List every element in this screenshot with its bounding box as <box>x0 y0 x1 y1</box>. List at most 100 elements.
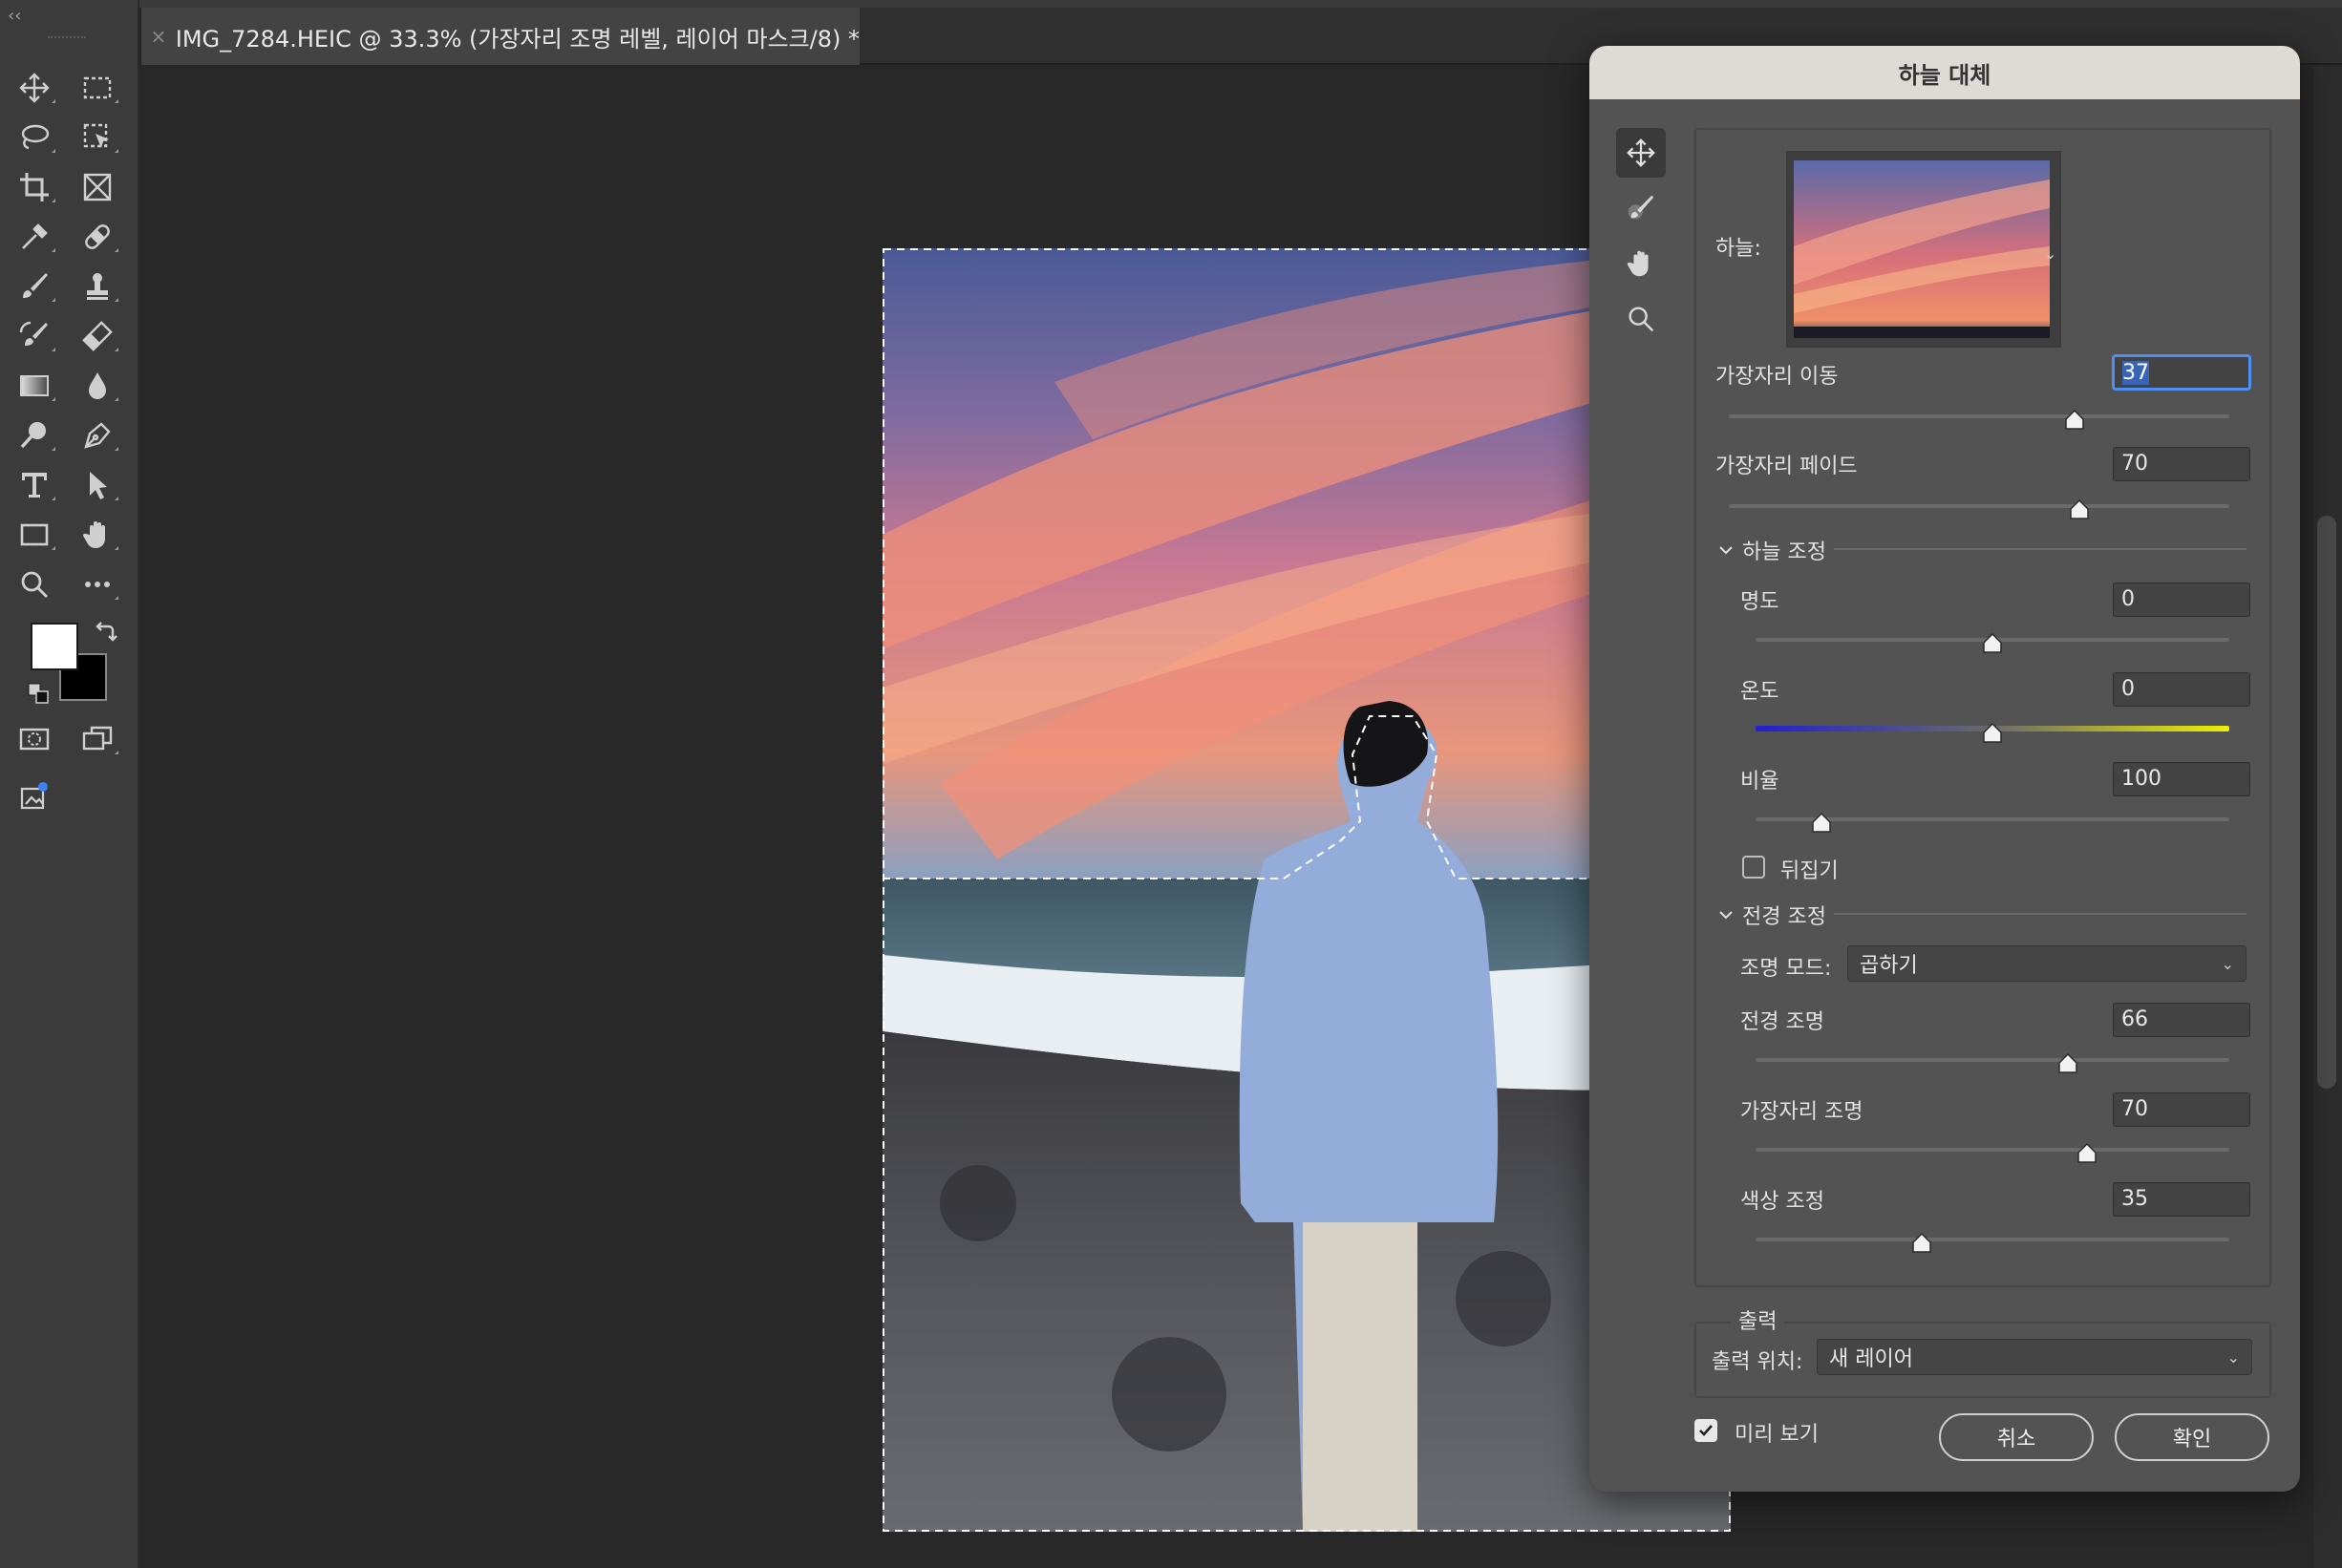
crop-icon[interactable] <box>10 164 59 210</box>
scrollbar-thumb[interactable] <box>2317 516 2336 1089</box>
sky-replacement-dialog: 하늘 대체 하늘: ⌄ 가장자리 이동 37 가장자리 페이드 70 하늘 조정… <box>1589 46 2300 1492</box>
chevron-down-icon: ⌄ <box>2226 1347 2240 1367</box>
output-to-label: 출력 위치: <box>1712 1350 1803 1374</box>
preview-label: 미리 보기 <box>1735 1423 1819 1447</box>
output-section-label: 출력 <box>1731 1304 1785 1335</box>
scale-input[interactable]: 100 <box>2113 762 2250 796</box>
edge-lighting-slider-track[interactable] <box>1756 1148 2229 1152</box>
photoshop-window: ‹‹ × IMG_7284.HEIC @ 33.3% (가장자리 조명 레벨, … <box>0 0 2342 1568</box>
eyedropper-icon[interactable] <box>10 214 59 260</box>
foreground-lighting-slider-thumb[interactable] <box>2056 1052 2079 1075</box>
sky-preset-dropdown-icon[interactable]: ⌄ <box>2044 244 2061 263</box>
sky-brush-icon[interactable] <box>1616 183 1666 233</box>
dialog-tools <box>1616 128 1666 338</box>
top-strip <box>0 0 2342 8</box>
hand-icon[interactable] <box>1616 239 1666 288</box>
scale-label: 비율 <box>1740 770 1779 794</box>
scale-slider-thumb[interactable] <box>1810 812 1833 835</box>
brightness-input[interactable]: 0 <box>2113 583 2250 617</box>
chevron-down-icon <box>1719 911 1733 920</box>
generative-fill-icon[interactable] <box>10 773 59 819</box>
foreground-lighting-input[interactable]: 66 <box>2113 1003 2250 1037</box>
collapse-panel-button[interactable]: ‹‹ <box>8 6 21 26</box>
move-sky-tool-icon[interactable] <box>1616 128 1666 178</box>
fade-edge-label: 가장자리 페이드 <box>1715 455 1858 478</box>
sky-preset-thumbnail[interactable] <box>1786 151 2061 348</box>
fade-edge-slider-thumb[interactable] <box>2068 498 2091 521</box>
sky-adjust-section-header[interactable]: 하늘 조정 <box>1717 535 1826 565</box>
edge-lighting-input[interactable]: 70 <box>2113 1092 2250 1127</box>
output-to-value: 새 레이어 <box>1829 1347 1913 1371</box>
blur-icon[interactable] <box>73 363 122 409</box>
zoom-icon[interactable] <box>1616 294 1666 344</box>
preview-checkbox[interactable] <box>1694 1419 1717 1442</box>
dialog-titlebar[interactable]: 하늘 대체 <box>1589 46 2300 99</box>
lighting-mode-value: 곱하기 <box>1860 954 1918 978</box>
document-tab[interactable]: × IMG_7284.HEIC @ 33.3% (가장자리 조명 레벨, 레이어… <box>141 8 860 65</box>
sky-label: 하늘: <box>1715 237 1761 261</box>
color-adjust-input[interactable]: 35 <box>2113 1182 2250 1217</box>
more-tools-icon[interactable] <box>73 562 122 607</box>
foreground-lighting-slider-track[interactable] <box>1756 1058 2229 1062</box>
shift-edge-label: 가장자리 이동 <box>1715 365 1839 389</box>
tools-panel: ‹‹ <box>0 0 139 1568</box>
fade-edge-slider-track[interactable] <box>1729 504 2229 508</box>
eraser-icon[interactable] <box>73 313 122 359</box>
edge-lighting-slider-thumb[interactable] <box>2076 1142 2098 1165</box>
edge-lighting-label: 가장자리 조명 <box>1740 1100 1863 1124</box>
move-tool-icon[interactable] <box>10 65 59 111</box>
chevron-down-icon <box>1719 546 1733 555</box>
gradient-icon[interactable] <box>10 363 59 409</box>
chevron-down-icon: ⌄ <box>2221 954 2234 973</box>
quick-mask-icon[interactable] <box>10 716 59 762</box>
screen-mode-icon[interactable] <box>73 716 122 762</box>
flip-label: 뒤집기 <box>1780 859 1839 883</box>
temperature-label: 온도 <box>1740 680 1779 704</box>
section-divider <box>1834 913 2246 915</box>
dialog-title: 하늘 대체 <box>1898 61 1991 89</box>
brightness-slider-thumb[interactable] <box>1981 632 2004 655</box>
foreground-adjust-section-header[interactable]: 전경 조정 <box>1717 900 1826 930</box>
sky-adjust-section-label: 하늘 조정 <box>1742 540 1826 564</box>
lighting-mode-label: 조명 모드: <box>1740 957 1832 981</box>
flip-checkbox[interactable] <box>1742 856 1765 879</box>
zoom-icon[interactable] <box>10 562 59 607</box>
ok-button[interactable]: 확인 <box>2115 1413 2269 1461</box>
temperature-slider-thumb[interactable] <box>1981 722 2004 745</box>
healing-brush-icon[interactable] <box>73 214 122 260</box>
temperature-input[interactable]: 0 <box>2113 672 2250 707</box>
rectangular-marquee-icon[interactable] <box>73 65 122 111</box>
frame-icon[interactable] <box>73 164 122 210</box>
close-tab-icon[interactable]: × <box>141 25 176 48</box>
history-brush-icon[interactable] <box>10 313 59 359</box>
section-divider <box>1834 548 2246 550</box>
shift-edge-slider-track[interactable] <box>1729 414 2229 418</box>
dodge-icon[interactable] <box>10 413 59 458</box>
shift-edge-slider-thumb[interactable] <box>2063 409 2086 432</box>
swap-colors-icon[interactable] <box>92 619 118 646</box>
brightness-label: 명도 <box>1740 590 1779 614</box>
lighting-mode-select[interactable]: 곱하기 ⌄ <box>1847 945 2246 982</box>
document-title: IMG_7284.HEIC @ 33.3% (가장자리 조명 레벨, 레이어 마… <box>175 25 860 53</box>
rectangle-shape-icon[interactable] <box>10 512 59 558</box>
clone-stamp-icon[interactable] <box>73 264 122 309</box>
foreground-lighting-label: 전경 조명 <box>1740 1010 1824 1034</box>
brush-icon[interactable] <box>10 264 59 309</box>
lasso-icon[interactable] <box>10 115 59 160</box>
color-adjust-slider-track[interactable] <box>1756 1238 2229 1241</box>
panel-grip[interactable] <box>48 36 86 42</box>
color-adjust-label: 색상 조정 <box>1740 1190 1824 1214</box>
foreground-color-swatch[interactable] <box>31 623 78 670</box>
output-to-select[interactable]: 새 레이어 ⌄ <box>1817 1339 2252 1375</box>
pen-icon[interactable] <box>73 413 122 458</box>
default-colors-icon[interactable] <box>27 682 52 707</box>
object-selection-icon[interactable] <box>73 115 122 160</box>
hand-icon[interactable] <box>73 512 122 558</box>
fade-edge-input[interactable]: 70 <box>2113 447 2250 481</box>
shift-edge-input[interactable]: 37 <box>2113 355 2250 390</box>
type-icon[interactable] <box>10 462 59 508</box>
color-adjust-slider-thumb[interactable] <box>1910 1232 1933 1255</box>
cancel-button[interactable]: 취소 <box>1939 1413 2094 1461</box>
foreground-adjust-section-label: 전경 조정 <box>1742 905 1826 929</box>
path-selection-icon[interactable] <box>73 462 122 508</box>
